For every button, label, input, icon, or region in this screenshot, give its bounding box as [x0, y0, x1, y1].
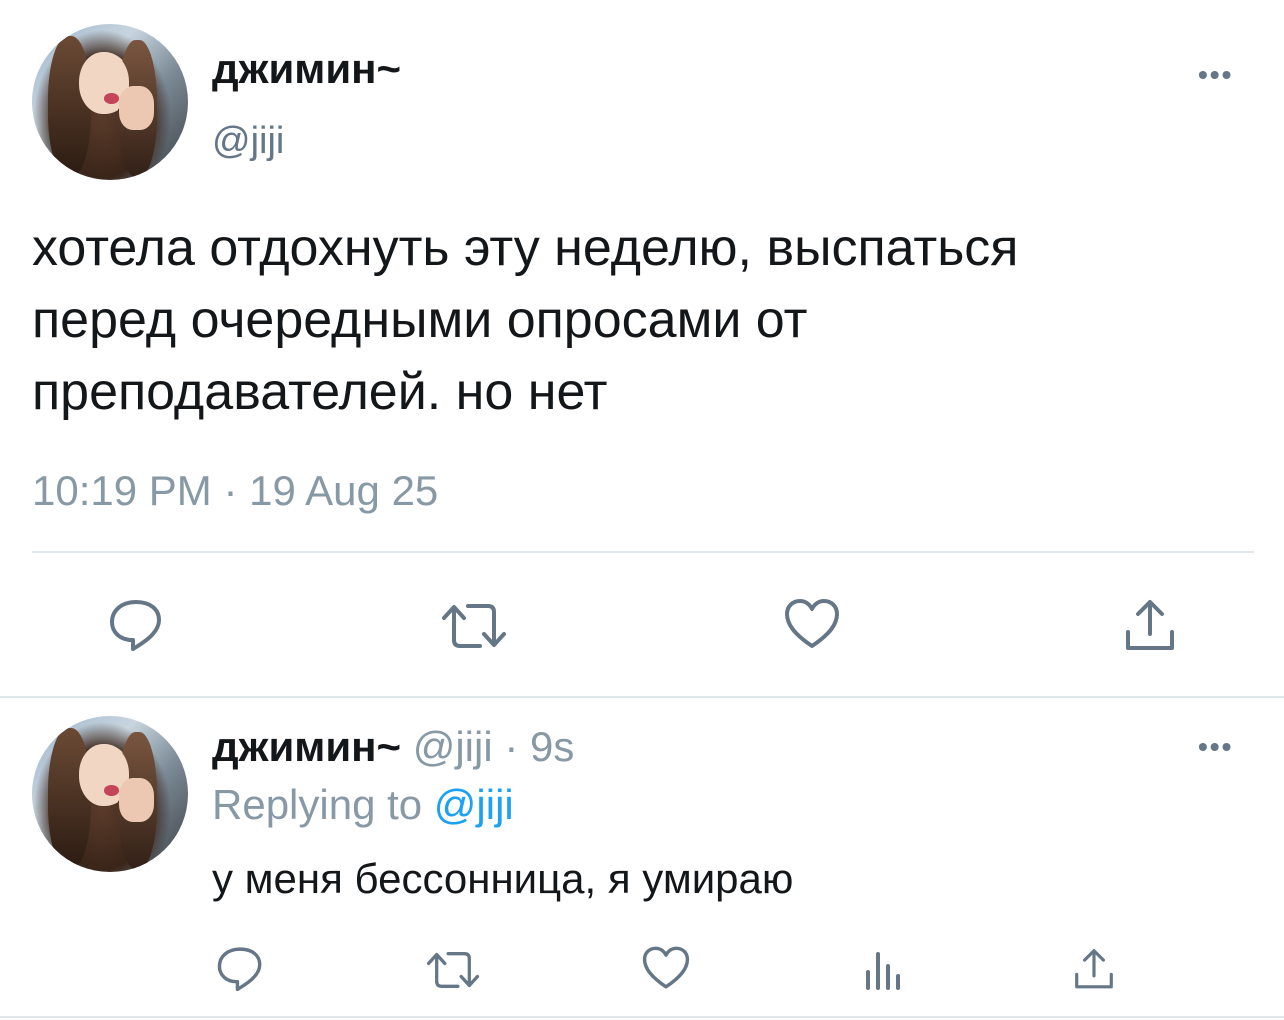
replying-to: Replying to @jiji	[212, 780, 514, 830]
bottom-divider	[0, 1016, 1284, 1018]
avatar[interactable]	[32, 24, 188, 180]
section-divider	[0, 696, 1284, 698]
reply-avatar[interactable]	[32, 716, 188, 872]
reply-text: у меня бессонница, я умираю	[212, 855, 794, 902]
tweet-text-line: хотела отдохнуть эту неделю, выспаться	[32, 219, 1019, 277]
more-options-icon[interactable]: •••	[1198, 60, 1233, 90]
retweet-icon[interactable]	[420, 942, 486, 998]
user-handle[interactable]: @jiji	[212, 118, 284, 164]
divider	[32, 551, 1254, 553]
reply-icon[interactable]	[100, 592, 172, 656]
reply-display-name[interactable]: джимин~	[212, 723, 401, 770]
reply-more-options-icon[interactable]: •••	[1198, 732, 1233, 762]
tweet-text-line: преподавателей. но нет	[32, 363, 608, 421]
reply-meta: @jiji · 9s	[412, 723, 575, 770]
display-name[interactable]: джимин~	[212, 44, 401, 94]
replying-to-handle[interactable]: @jiji	[434, 781, 514, 828]
analytics-icon[interactable]	[854, 944, 910, 996]
reply-header: джимин~ @jiji · 9s	[212, 722, 574, 772]
replying-to-label: Replying to	[212, 781, 423, 828]
share-icon[interactable]	[1066, 940, 1122, 996]
retweet-icon[interactable]	[432, 594, 516, 658]
tweet-timestamp[interactable]: 10:19 PM · 19 Aug 25	[32, 466, 438, 516]
like-icon[interactable]	[638, 940, 694, 996]
like-icon[interactable]	[776, 592, 848, 656]
reply-icon[interactable]	[212, 940, 268, 996]
tweet-text-line: перед очередными опросами от	[32, 291, 808, 349]
share-icon[interactable]	[1114, 592, 1186, 656]
tweet-text: хотела отдохнуть эту неделю, выспаться п…	[32, 212, 1018, 428]
